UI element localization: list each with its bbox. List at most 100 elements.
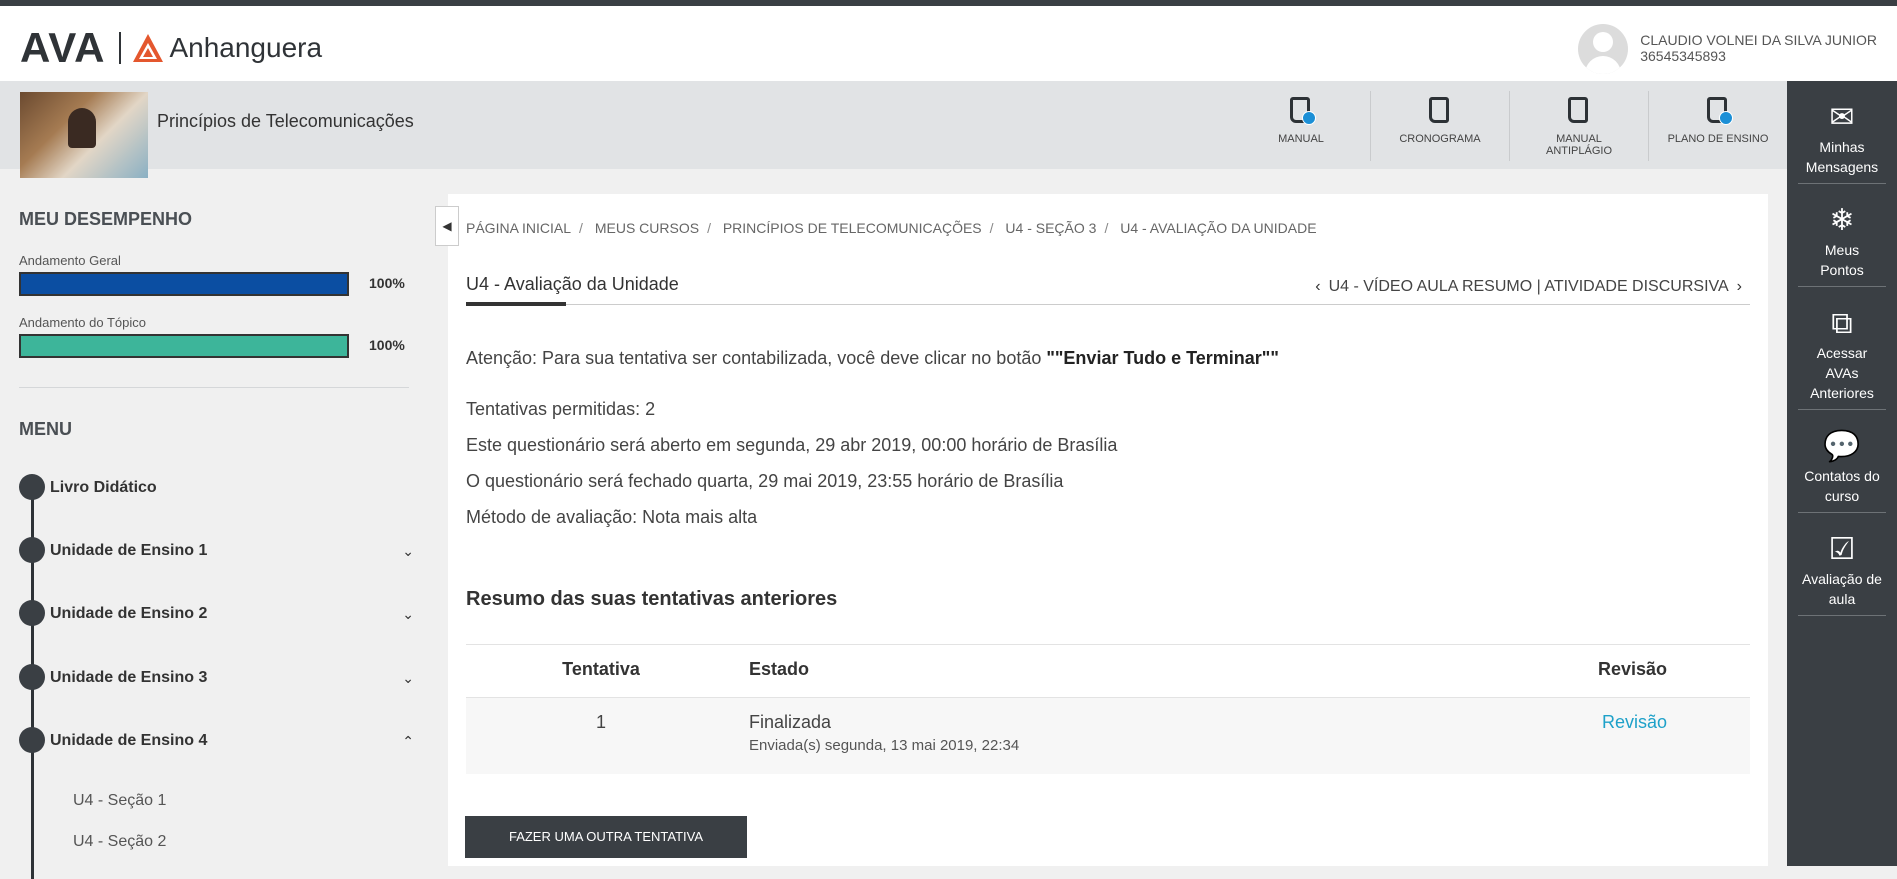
chevron-right-icon[interactable]: › [1737,278,1742,295]
logo[interactable]: AVA Anhanguera [20,24,322,72]
messages-button[interactable]: ✉ Minhas Mensagens [1798,81,1886,184]
tool-plano-de-ensino[interactable]: PLANO DE ENSINO [1648,91,1787,161]
header: AVA Anhanguera CLAUDIO VOLNEI DA SILVA J… [0,6,1897,81]
next-activity-link[interactable]: U4 - VÍDEO AULA RESUMO | ATIVIDADE DISCU… [1329,278,1729,295]
logo-ava-text: AVA [20,24,106,71]
breadcrumb: PÁGINA INICIAL / MEUS CURSOS / PRINCÍPIOS … [466,220,1317,236]
submenu-item-secao-2[interactable]: U4 - Seção 2 [73,833,166,851]
activity-navigation: ‹ U4 - VÍDEO AULA RESUMO | ATIVIDADE DISC… [1307,278,1750,296]
user-id: 36545345893 [1640,48,1726,64]
breadcrumb-home[interactable]: PÁGINA INICIAL [466,220,571,236]
menu-item-unidade-4[interactable]: Unidade de Ensino 4 ⌃ [19,727,414,757]
page-title: U4 - Avaliação da Unidade [466,274,679,294]
book-icon [1425,95,1455,125]
course-tools: MANUAL CRONOGRAMA MANUAL ANTIPLÁGIO PLAN… [1232,91,1787,161]
rb-label-3: Anteriores [1810,385,1874,401]
tool-label: MANUAL [1278,133,1324,145]
grading-method: Método de avaliação: Nota mais alta [466,507,758,527]
book-check-icon [1286,95,1316,125]
breadcrumb-my-courses[interactable]: MEUS CURSOS [595,220,699,236]
course-thumbnail [20,92,148,178]
attempt-state: Finalizada [749,712,832,732]
attempt-sent-date: Enviada(s) segunda, 13 mai 2019, 22:34 [749,737,1020,754]
menu-item-label: Unidade de Ensino 2 [50,605,208,622]
rb-label-2: Pontos [1820,262,1864,278]
timeline-dot [19,537,45,563]
menu-item-label: Livro Didático [50,479,157,496]
book-check-icon [1703,95,1733,125]
menu-item-unidade-1[interactable]: Unidade de Ensino 1 ⌄ [19,537,414,567]
left-sidebar: MEU DESEMPENHO Andamento Geral 100% Anda… [0,169,430,879]
tool-label: PLANO DE ENSINO [1667,133,1769,145]
breadcrumb-course[interactable]: PRINCÍPIOS DE TELECOMUNICAÇÕES [723,220,982,236]
col-state: Estado [749,659,810,679]
active-tab-indicator [466,302,566,306]
overall-progress-value: 100% [369,275,405,291]
submenu-item-secao-1[interactable]: U4 - Seção 1 [73,792,166,810]
menu-item-label: Unidade de Ensino 3 [50,669,208,686]
menu-item-unidade-2[interactable]: Unidade de Ensino 2 ⌄ [19,600,414,630]
col-review: Revisão [1597,659,1667,679]
attempt-number: 1 [595,712,606,732]
menu-title: MENU [19,419,72,439]
timeline-dot [19,664,45,690]
user-menu[interactable]: CLAUDIO VOLNEI DA SILVA JUNIOR 365453458… [1578,18,1877,74]
collapse-sidebar-button[interactable]: ◀ [435,206,459,246]
quiz-close-date: O questionário será fechado quarta, 29 m… [466,471,1064,491]
chevron-down-icon[interactable]: ⌄ [402,543,414,560]
calendar-check-icon: ☑ [1828,533,1856,566]
rb-label-2: curso [1824,488,1860,504]
timeline-dot [19,600,45,626]
snowflake-icon: ❄ [1829,204,1855,237]
menu-item-unidade-3[interactable]: Unidade de Ensino 3 ⌄ [19,664,414,694]
right-sidebar: ✉ Minhas Mensagens ❄ Meus Pontos ⧉ Acess… [1787,81,1897,866]
tool-cronograma[interactable]: CRONOGRAMA [1370,91,1509,161]
external-link-icon: ⧉ [1831,307,1853,340]
table-header: Tentativa Estado Revisão [466,644,1750,697]
points-button[interactable]: ❄ Meus Pontos [1798,184,1886,287]
class-evaluation-button[interactable]: ☑ Avaliação de aula [1798,513,1886,616]
overall-progress-bar [19,272,349,296]
chevron-up-icon[interactable]: ⌃ [402,733,414,750]
chevron-down-icon[interactable]: ⌄ [402,670,414,687]
topic-progress-fill [21,336,347,356]
menu-item-label: Unidade de Ensino 1 [50,542,208,559]
attempt-state-cell: Finalizada Enviada(s) segunda, 13 mai 20… [749,712,1019,754]
previous-avas-button[interactable]: ⧉ Acessar AVAs Anteriores [1798,287,1886,410]
menu-item-livro-didatico[interactable]: Livro Didático [19,474,414,504]
attention-button-name: ""Enviar Tudo e Terminar"" [1046,348,1279,368]
overall-progress-fill [21,274,347,294]
sidebar-divider [19,387,409,388]
attempts-table: Tentativa Estado Revisão 1 Finalizada En… [466,644,1750,774]
breadcrumb-current[interactable]: U4 - AVALIAÇÃO DA UNIDADE [1120,220,1316,236]
tool-label-2: ANTIPLÁGIO [1545,145,1613,157]
avatar[interactable] [1578,24,1629,74]
title-divider [466,304,1750,305]
tool-label: MANUAL [1556,133,1602,145]
tool-manual[interactable]: MANUAL [1232,91,1370,161]
performance-title: MEU DESEMPENHO [19,209,193,229]
book-icon [1564,95,1594,125]
rb-label: Meus [1824,242,1860,258]
anhanguera-logo-icon [133,34,164,62]
tool-manual-antiplagio[interactable]: MANUAL ANTIPLÁGIO [1509,91,1648,161]
review-link[interactable]: Revisão [1602,712,1667,733]
tool-label: CRONOGRAMA [1399,133,1481,145]
course-contacts-button[interactable]: 💬 Contatos do curso [1798,410,1886,513]
chat-icon: 💬 [1823,430,1861,463]
timeline-dot [19,474,45,500]
rb-label: Acessar [1816,345,1868,361]
logo-divider [119,32,122,64]
chevron-left-icon[interactable]: ‹ [1315,278,1320,295]
rb-label-2: AVAs [1825,365,1859,381]
chevron-down-icon[interactable]: ⌄ [402,606,414,623]
quiz-open-date: Este questionário será aberto em segunda… [466,435,1118,455]
topic-progress-bar [19,334,349,358]
retry-attempt-button[interactable]: FAZER UMA OUTRA TENTATIVA [465,816,747,858]
logo-brand-text: Anhanguera [169,32,323,63]
course-title: Princípios de Telecomunicações [157,111,414,131]
rb-label: Avaliação de [1802,571,1882,587]
attention-text: Atenção: Para sua tentativa ser contabil… [466,348,1047,368]
user-name: CLAUDIO VOLNEI DA SILVA JUNIOR [1640,32,1877,48]
breadcrumb-section[interactable]: U4 - SEÇÃO 3 [1005,220,1096,236]
